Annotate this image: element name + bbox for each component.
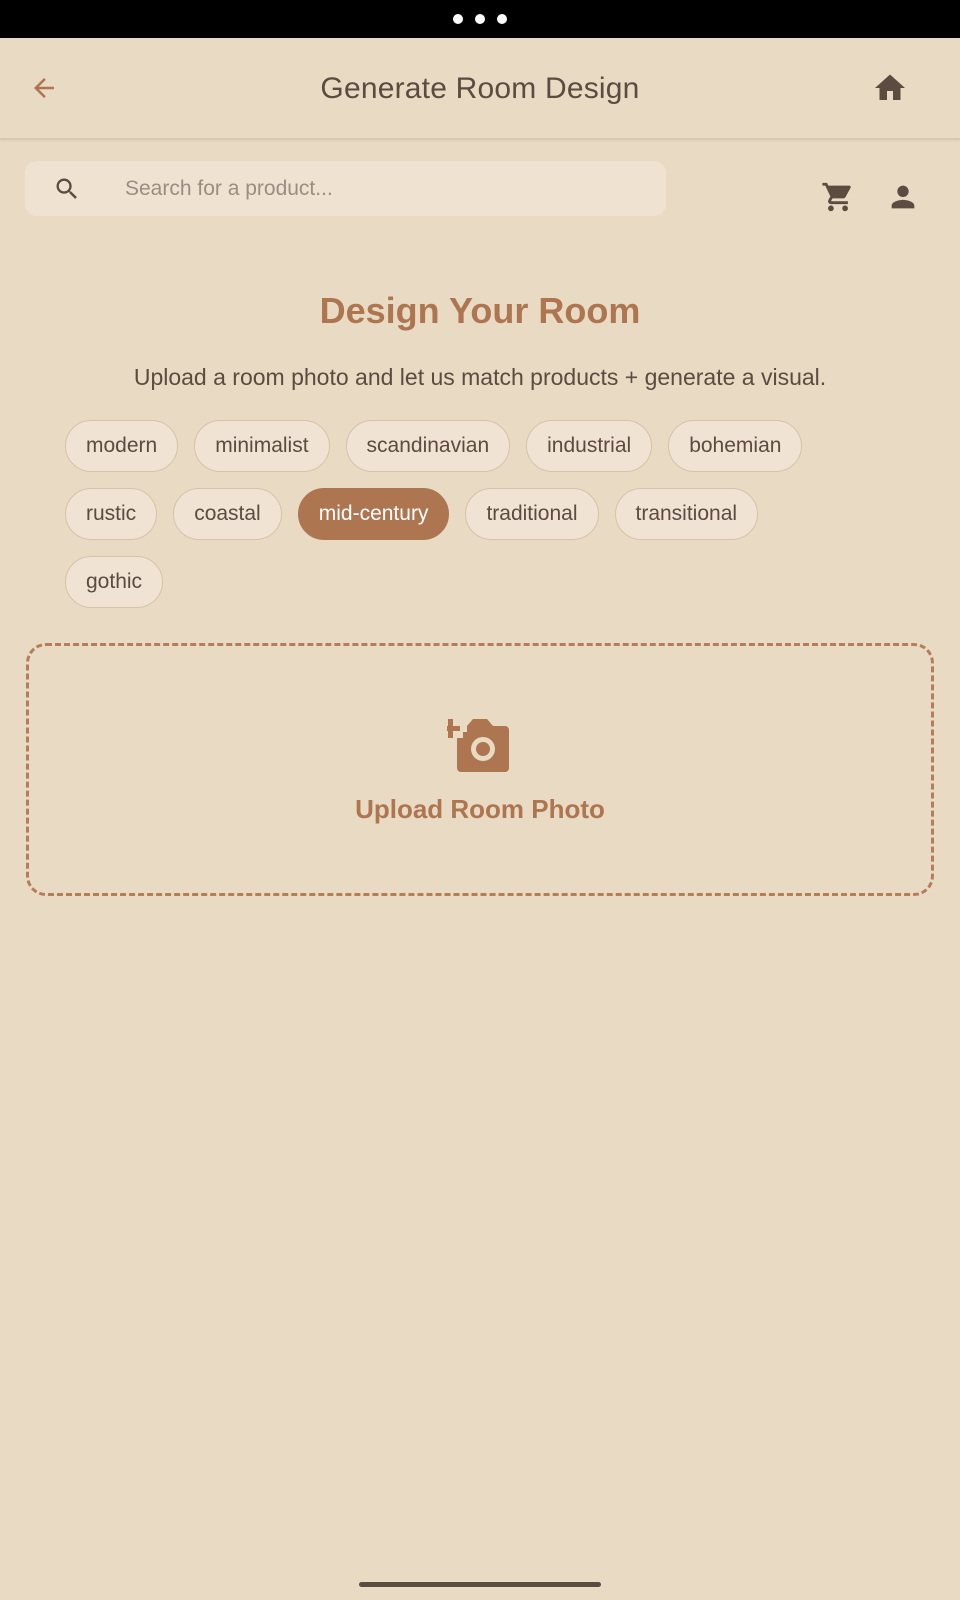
page-title: Generate Room Design xyxy=(320,72,640,105)
style-chip-rustic[interactable]: rustic xyxy=(65,488,158,540)
person-icon[interactable] xyxy=(886,180,920,214)
status-dot xyxy=(453,14,463,24)
home-button[interactable] xyxy=(872,70,908,106)
home-icon xyxy=(875,74,905,100)
search-bar[interactable] xyxy=(25,161,666,216)
style-chip-transitional[interactable]: transitional xyxy=(614,488,759,540)
style-chip-industrial[interactable]: industrial xyxy=(526,420,653,472)
style-chip-traditional[interactable]: traditional xyxy=(465,488,599,540)
cart-icon[interactable] xyxy=(821,180,855,214)
add-photo-icon xyxy=(447,719,509,772)
search-input[interactable] xyxy=(125,161,645,216)
section-subtitle: Upload a room photo and let us match pro… xyxy=(133,364,827,390)
style-chip-bohemian[interactable]: bohemian xyxy=(668,420,803,472)
style-chip-mid-century[interactable]: mid-century xyxy=(297,488,450,540)
style-chip-coastal[interactable]: coastal xyxy=(173,488,282,540)
status-dots xyxy=(453,14,507,24)
gesture-home-indicator[interactable] xyxy=(359,1582,601,1587)
style-chip-gothic[interactable]: gothic xyxy=(65,556,164,608)
status-dot xyxy=(475,14,485,24)
app-bar: Generate Room Design xyxy=(0,38,960,140)
style-chip-minimalist[interactable]: minimalist xyxy=(194,420,330,472)
style-chip-modern[interactable]: modern xyxy=(65,420,179,472)
section-heading: Design Your Room xyxy=(319,290,641,331)
status-dot xyxy=(497,14,507,24)
style-chip-group: modern minimalist scandinavian industrial bo… xyxy=(65,420,865,608)
upload-room-photo-area[interactable]: Upload Room Photo xyxy=(26,643,934,896)
search-icon xyxy=(56,178,77,199)
upload-label: Upload Room Photo xyxy=(355,794,605,824)
status-bar xyxy=(0,0,960,38)
style-chip-scandinavian[interactable]: scandinavian xyxy=(345,420,511,472)
